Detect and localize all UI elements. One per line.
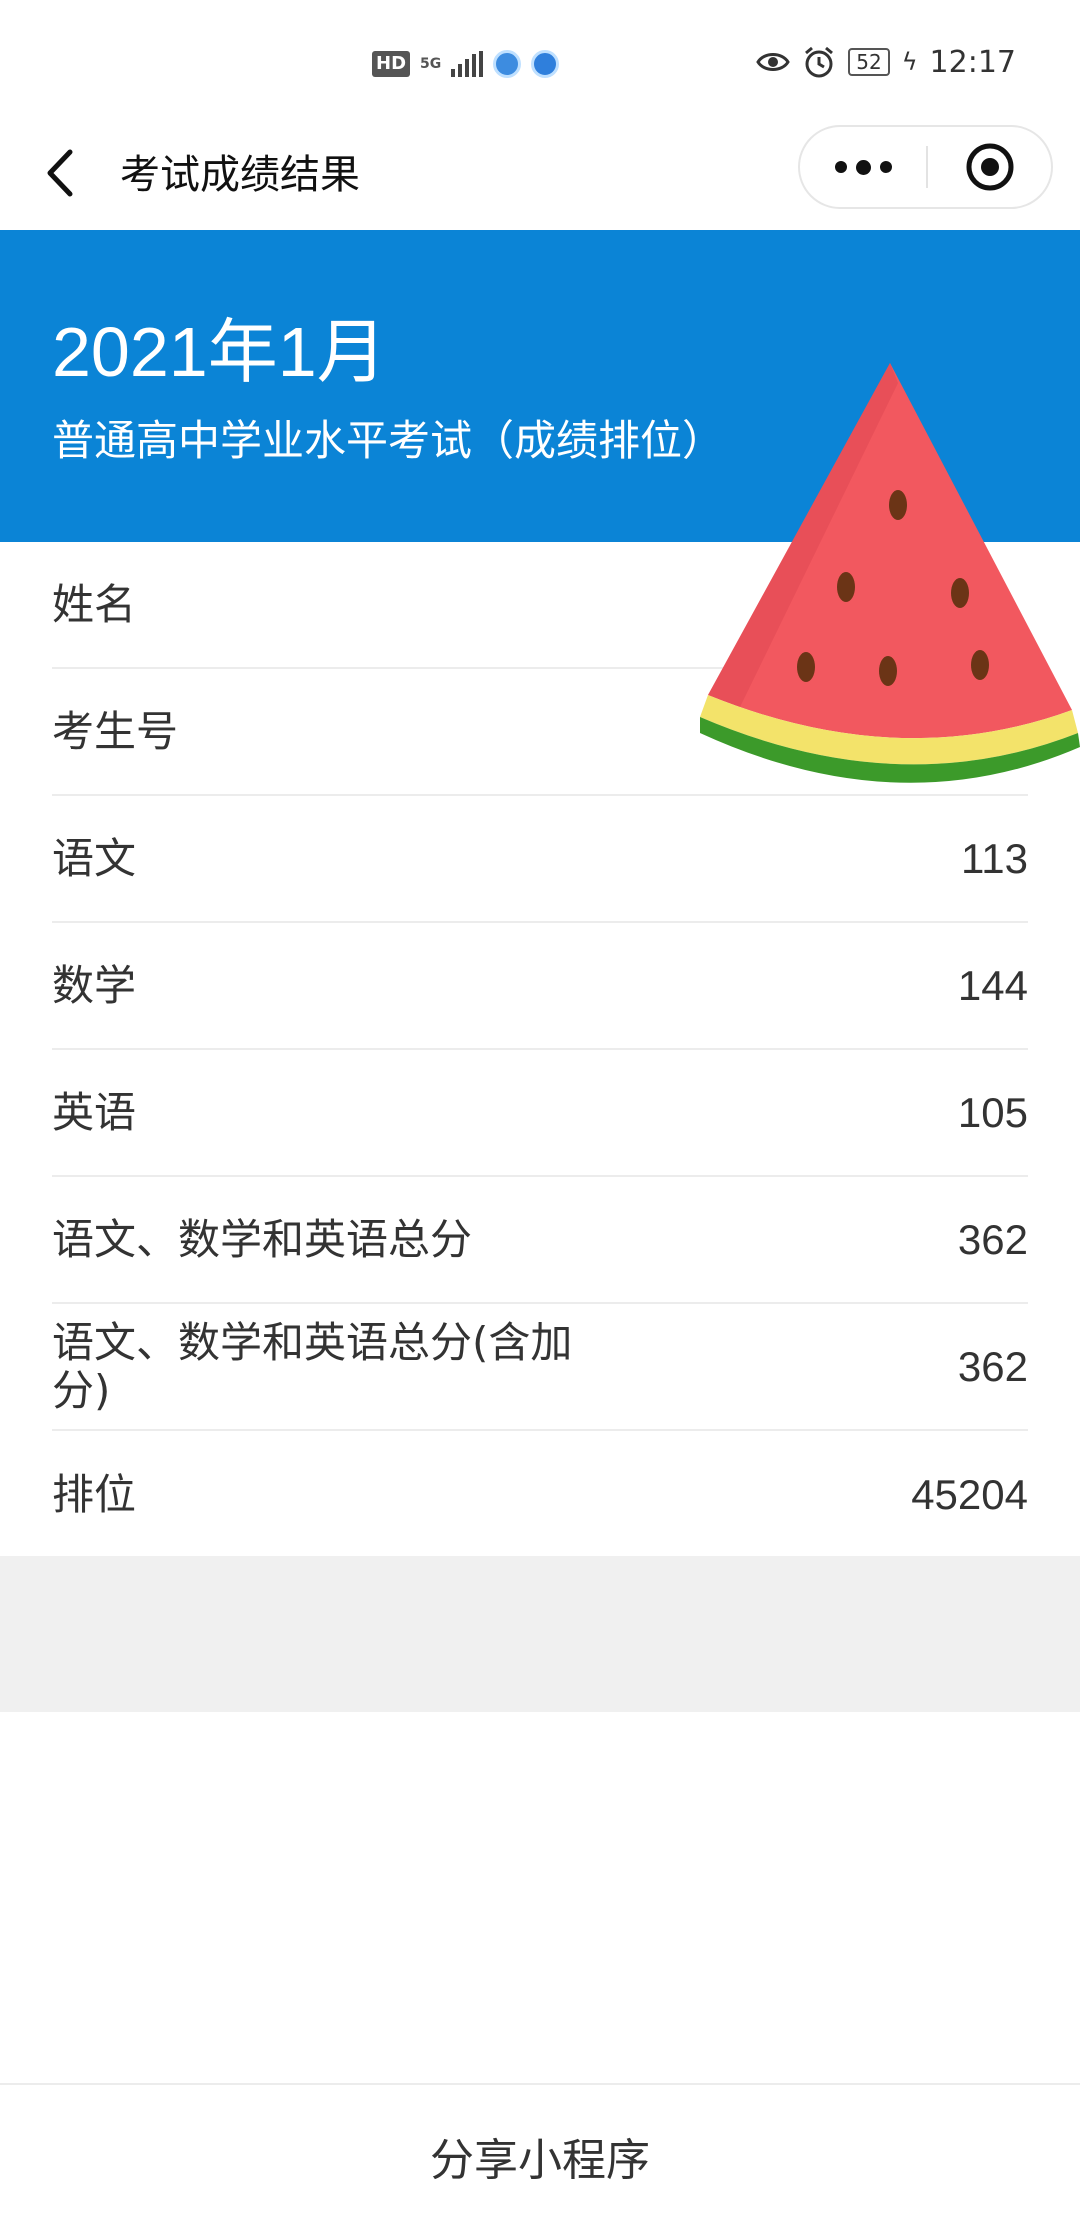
battery-indicator: 52 (848, 48, 890, 76)
app-notification-icon (493, 50, 522, 78)
nav-bar: 考试成绩结果 (0, 125, 1080, 230)
row-label: 语文、数学和英语总分 (52, 1214, 473, 1264)
row-value: 144 (957, 961, 1028, 1009)
row-label: 考生号 (52, 706, 179, 756)
result-row-english: 英语 105 (52, 1050, 1028, 1177)
miniprogram-capsule (798, 125, 1053, 209)
row-value: 362 (957, 1342, 1028, 1390)
network-type: 5G (420, 56, 442, 72)
row-value: 105 (957, 1088, 1028, 1136)
more-dot-icon (855, 159, 871, 175)
result-row-total-with-bonus: 语文、数学和英语总分(含加分) 362 (52, 1304, 1028, 1431)
more-dot-icon (834, 161, 847, 173)
back-button[interactable] (30, 143, 90, 203)
row-value: 362 (957, 1215, 1028, 1263)
watermelon-sticker-icon (700, 363, 1080, 783)
page-title: 考试成绩结果 (120, 152, 360, 198)
row-label: 英语 (52, 1087, 137, 1137)
alarm-icon (805, 46, 834, 78)
status-time: 12:17 (929, 44, 1016, 80)
close-miniprogram-button[interactable] (928, 127, 1051, 207)
row-label: 排位 (52, 1469, 137, 1519)
status-left: HD 5G (372, 48, 560, 80)
bottom-bar: 分享小程序 (0, 2083, 1080, 2227)
result-row-rank: 排位 45204 (52, 1431, 1028, 1558)
row-label: 姓名 (52, 579, 137, 629)
eye-icon (756, 53, 790, 71)
result-row-chinese: 语文 113 (52, 796, 1028, 923)
exam-name: 普通高中学业水平考试（成绩排位） (52, 416, 725, 465)
row-label: 数学 (52, 960, 137, 1010)
signal-icon (451, 51, 484, 77)
row-value: 113 (961, 834, 1028, 882)
chevron-left-icon (47, 149, 73, 197)
more-button[interactable] (800, 127, 926, 207)
status-bar: HD 5G 52 ϟ 12:17 (0, 0, 1080, 125)
result-row-total: 语文、数学和英语总分 362 (52, 1177, 1028, 1304)
row-value: 45204 (911, 1470, 1028, 1518)
gray-spacer (0, 1556, 1080, 1712)
result-row-math: 数学 144 (52, 923, 1028, 1050)
share-miniprogram-button[interactable]: 分享小程序 (430, 2124, 650, 2188)
charging-icon: ϟ (901, 48, 918, 76)
status-right: 52 ϟ 12:17 (756, 42, 1016, 82)
row-label: 语文 (52, 833, 137, 883)
target-close-icon (966, 143, 1013, 191)
browser-notification-icon (531, 50, 560, 78)
row-label: 语文、数学和英语总分(含加分) (52, 1317, 573, 1415)
hd-badge: HD (372, 51, 411, 77)
more-dot-icon (879, 161, 892, 173)
exam-date: 2021年1月 (52, 313, 387, 391)
